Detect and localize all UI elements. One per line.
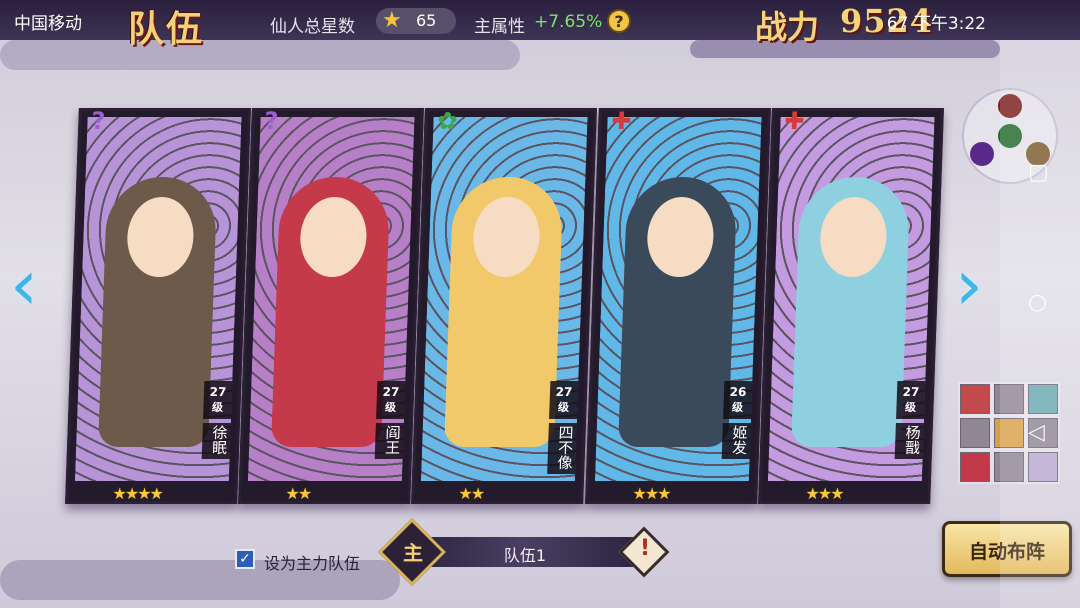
system-nav-bar: ▢ ○ ◁ (1000, 40, 1080, 608)
formation-slot (960, 418, 990, 448)
status-clock: 67 下午3:22 (886, 14, 986, 34)
hero-level-unit: 级 (904, 401, 917, 414)
hero-star-rating: ★★★★ (112, 484, 163, 503)
hero-class-icon: ? (263, 107, 279, 135)
home-icon[interactable]: ○ (1028, 290, 1047, 315)
hero-name: 姬发 (721, 423, 751, 459)
hero-level-unit: 级 (731, 401, 744, 414)
hero-level: 27 级 (896, 381, 926, 419)
main-team-label: 设为主力队伍 (264, 554, 361, 573)
total-stars-value: 65 (416, 11, 437, 30)
prev-page-arrow-icon[interactable]: ‹ (10, 245, 56, 335)
team-name-label: 队伍1 (503, 546, 547, 565)
hero-star-rating: ★★ (458, 484, 484, 503)
hero-level: 27 级 (549, 381, 579, 419)
hero-class-icon: ? (90, 107, 106, 135)
team-emblem-label: 主 (403, 541, 423, 565)
hero-level-unit: 级 (384, 401, 397, 414)
hero-card[interactable]: ✚ 26 级姬发 ★★★ (585, 107, 771, 504)
back-icon[interactable]: ◁ (1028, 420, 1045, 445)
hero-card[interactable]: ? 27 级阎王 ★★ (238, 107, 424, 504)
hero-star-rating: ★★ (285, 484, 311, 503)
hero-card[interactable]: ? 27 级徐眠 ★★★★ (65, 107, 251, 504)
total-stars-pill: ★ 65 (376, 8, 456, 34)
formation-slot (960, 452, 990, 482)
carrier-label: 中国移动 (14, 14, 82, 34)
hero-star-rating: ★★★ (632, 484, 670, 503)
total-stars-label: 仙人总星数 (270, 17, 355, 37)
main-attribute-value: +7.65% (534, 12, 603, 32)
hero-star-rating: ★★★ (805, 484, 843, 503)
hero-level-number: 27 (555, 385, 573, 399)
main-team-checkbox[interactable]: ✓ (235, 549, 255, 569)
hero-level: 27 级 (203, 381, 233, 419)
dark-element-icon (970, 142, 994, 166)
hero-level: 27 级 (376, 381, 406, 419)
bg-brush-2 (690, 40, 1000, 58)
hero-card[interactable]: ✿ 27 级四不像 ★★ (411, 107, 597, 504)
hero-level-number: 26 (729, 385, 747, 399)
star-icon: ★ (382, 8, 402, 33)
hero-level-number: 27 (382, 385, 400, 399)
hero-name: 四不像 (547, 423, 577, 474)
hero-class-icon: ✚ (610, 107, 633, 135)
hero-name: 杨戬 (894, 423, 924, 459)
power-label: 战力 (755, 8, 820, 46)
hero-class-icon: ✿ (436, 107, 459, 135)
recent-apps-icon[interactable]: ▢ (1028, 160, 1049, 185)
hero-level-unit: 级 (557, 401, 570, 414)
hero-level-number: 27 (902, 385, 920, 399)
hero-name: 徐眠 (201, 423, 231, 459)
bg-brush-1 (0, 40, 520, 70)
hero-class-icon: ✚ (783, 107, 806, 135)
help-icon[interactable]: ? (607, 9, 631, 33)
hero-level-unit: 级 (211, 401, 224, 414)
exclamation-icon[interactable]: ! (636, 536, 654, 561)
main-attribute-label: 主属性 (474, 17, 525, 37)
hero-card[interactable]: ✚ 27 级杨戬 ★★★ (758, 107, 944, 504)
hero-level-number: 27 (209, 385, 227, 399)
next-page-arrow-icon[interactable]: › (955, 245, 1001, 335)
hero-level: 26 级 (723, 381, 753, 419)
formation-slot (960, 384, 990, 414)
hero-name: 阎王 (374, 423, 404, 459)
status-bar: 中国移动 队伍 仙人总星数 ★ 65 主属性 +7.65% ? 战力 9524 … (0, 0, 1080, 50)
team-logo: 队伍 (128, 8, 205, 50)
